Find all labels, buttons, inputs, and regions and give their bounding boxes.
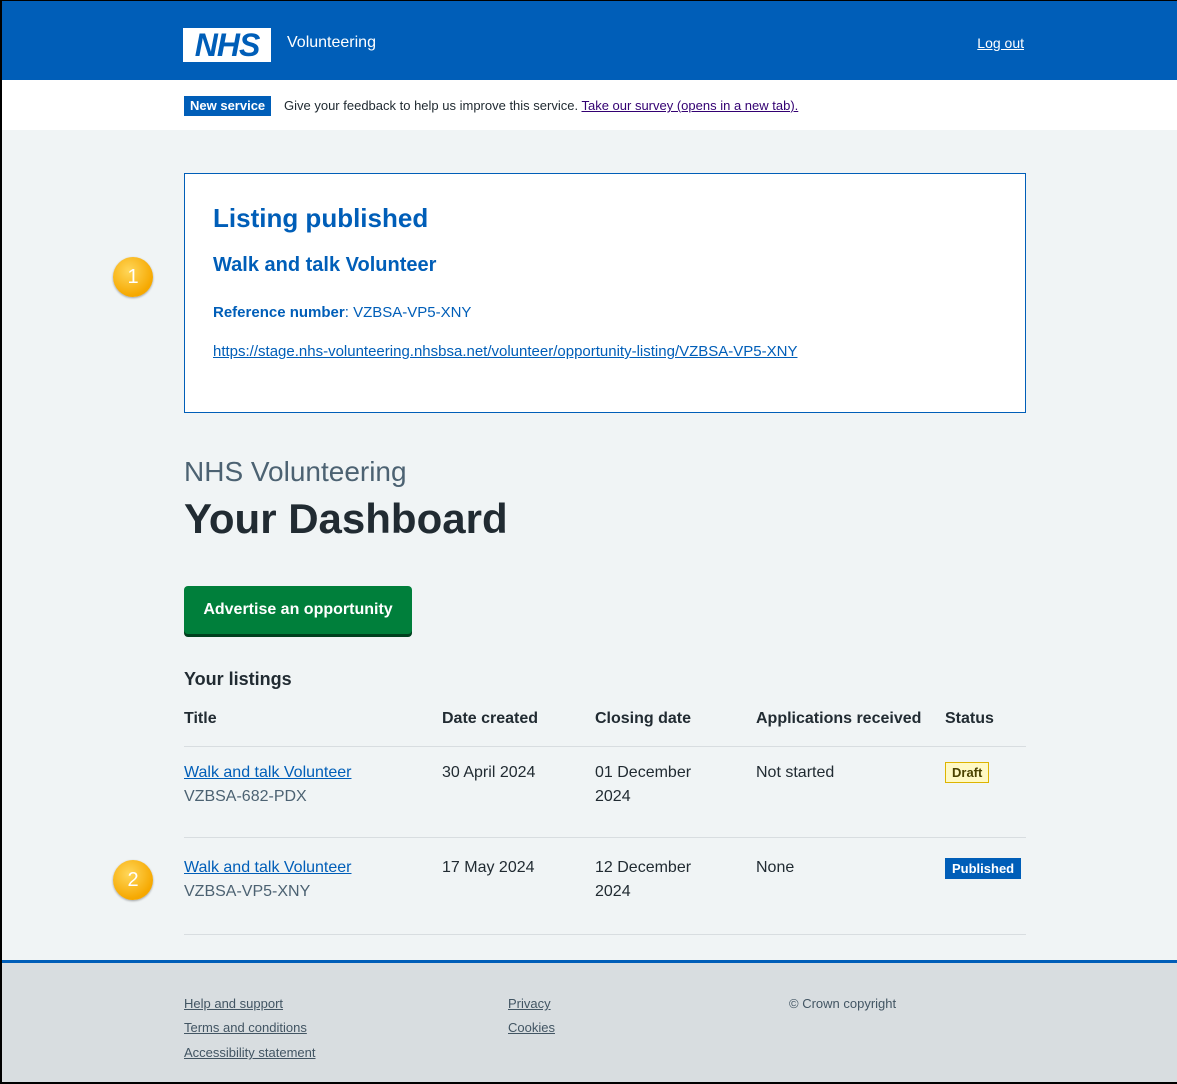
closing-date-line1: 01 December	[595, 764, 692, 781]
panel-subtitle: Walk and talk Volunteer	[213, 254, 437, 276]
footer-link-privacy[interactable]: Privacy	[508, 996, 551, 1011]
step-marker-1: 1	[113, 257, 153, 297]
page-title: Your Dashboard	[184, 495, 508, 542]
column-header-applications: Applications received	[756, 710, 922, 727]
listing-ref: VZBSA-682-PDX	[184, 788, 307, 805]
survey-link[interactable]: Take our survey (opens in a new tab).	[581, 98, 798, 113]
banner-text: Give your feedback to help us improve th…	[284, 98, 798, 113]
banner-message: Give your feedback to help us improve th…	[284, 98, 579, 113]
applications-cell: None	[756, 859, 795, 876]
listing-url-link[interactable]: https://stage.nhs-volunteering.nhsbsa.ne…	[213, 343, 797, 360]
column-header-date-created: Date created	[442, 710, 539, 727]
nhs-logo[interactable]: NHS	[183, 28, 271, 62]
panel-title: Listing published	[213, 203, 429, 233]
column-header-title: Title	[184, 710, 217, 727]
service-name[interactable]: Volunteering	[287, 34, 376, 52]
footer-link-cookies[interactable]: Cookies	[508, 1020, 555, 1035]
footer-link-help[interactable]: Help and support	[184, 996, 283, 1011]
column-header-status: Status	[945, 710, 994, 727]
date-created-cell: 30 April 2024	[442, 764, 536, 781]
reference-label: Reference number	[213, 304, 345, 321]
table-row-title-cell: Walk and talk Volunteer VZBSA-VP5-XNY	[184, 856, 352, 904]
listing-ref: VZBSA-VP5-XNY	[184, 883, 311, 900]
page: NHS Volunteering Log out New service Giv…	[0, 0, 1177, 1084]
table-divider	[184, 746, 1026, 747]
nhs-logo-text: NHS	[194, 27, 261, 63]
status-badge-published: Published	[945, 858, 1022, 879]
footer-link-accessibility[interactable]: Accessibility statement	[184, 1045, 316, 1060]
listing-title-link[interactable]: Walk and talk Volunteer	[184, 859, 352, 876]
advertise-opportunity-button[interactable]: Advertise an opportunity	[184, 586, 412, 634]
date-created-cell: 17 May 2024	[442, 859, 535, 876]
applications-cell: Not started	[756, 764, 835, 781]
listing-title-link[interactable]: Walk and talk Volunteer	[184, 764, 352, 781]
page-caption: NHS Volunteering	[184, 456, 407, 487]
table-row-title-cell: Walk and talk Volunteer VZBSA-682-PDX	[184, 761, 352, 809]
footer-link-terms[interactable]: Terms and conditions	[184, 1020, 307, 1035]
listings-title: Your listings	[184, 669, 292, 689]
logout-link[interactable]: Log out	[977, 35, 1024, 51]
closing-date-line2: 2024	[595, 883, 631, 900]
reference-number: Reference number: VZBSA-VP5-XNY	[213, 304, 472, 321]
column-header-closing-date: Closing date	[595, 710, 692, 727]
closing-date-cell: 12 December 2024	[595, 856, 691, 904]
listing-published-panel: Listing published Walk and talk Voluntee…	[184, 173, 1026, 413]
closing-date-line1: 12 December	[595, 859, 692, 876]
closing-date-cell: 01 December 2024	[595, 761, 691, 809]
status-badge-draft: Draft	[945, 762, 990, 783]
new-service-tag: New service	[184, 96, 272, 116]
reference-value: VZBSA-VP5-XNY	[353, 304, 472, 321]
closing-date-line2: 2024	[595, 788, 631, 805]
step-marker-2: 2	[113, 860, 153, 900]
table-divider	[184, 934, 1026, 935]
table-divider	[184, 837, 1026, 838]
site-footer: Help and support Terms and conditions Ac…	[2, 960, 1177, 1082]
site-header: NHS Volunteering Log out	[2, 1, 1177, 80]
crown-copyright: © Crown copyright	[789, 996, 897, 1011]
